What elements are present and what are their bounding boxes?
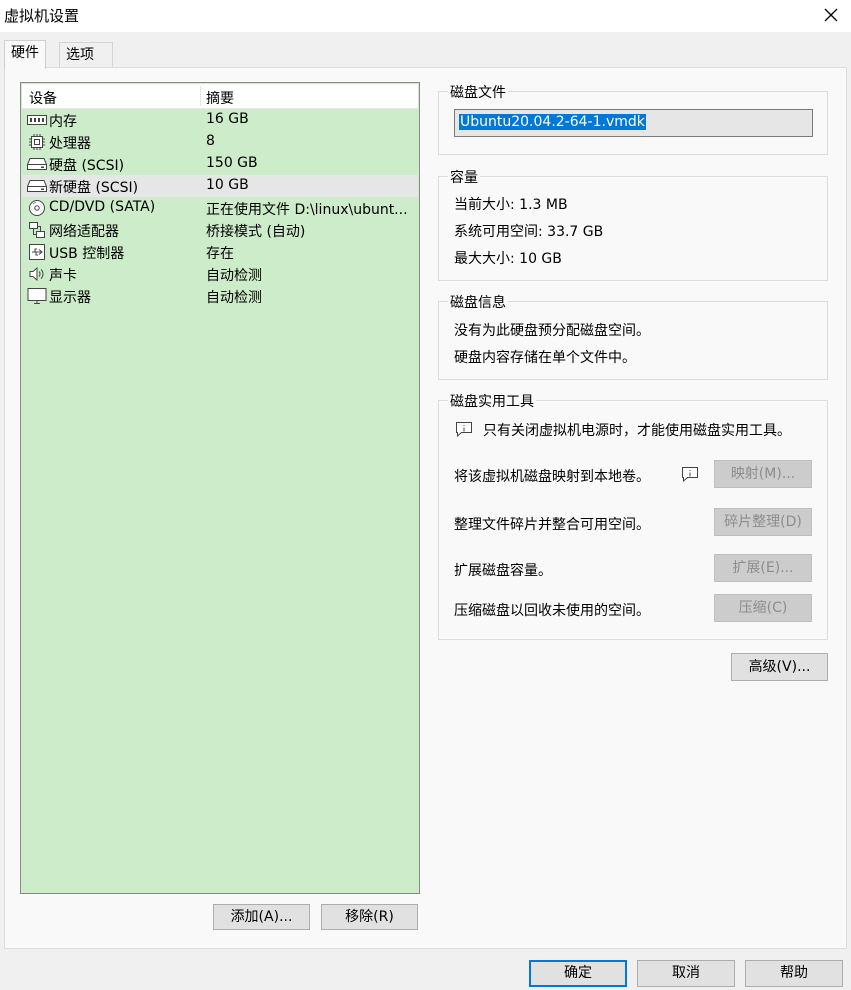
- speaker-icon: [27, 266, 47, 282]
- disk-info-line-1: 没有为此硬盘预分配磁盘空间。: [454, 323, 650, 339]
- tab-hardware[interactable]: 硬件: [4, 40, 46, 69]
- network-adapter-icon: [27, 222, 47, 238]
- device-name: 声卡: [49, 268, 77, 284]
- hard-disk-icon: [27, 178, 47, 194]
- device-summary: 桥接模式 (自动): [206, 224, 306, 240]
- device-summary: 16 GB: [206, 111, 249, 127]
- device-summary: 自动检测: [206, 290, 262, 306]
- device-summary: 8: [206, 133, 215, 149]
- cd-dvd-icon: [27, 200, 47, 216]
- device-summary: 150 GB: [206, 155, 258, 171]
- monitor-icon: [27, 288, 47, 304]
- disk-file-label: 磁盘文件: [448, 82, 508, 102]
- expand-button[interactable]: 扩展(E)...: [714, 554, 812, 582]
- info-icon: [682, 467, 698, 482]
- current-size-text: 当前大小: 1.3 MB: [454, 197, 568, 213]
- device-list[interactable]: 设备 摘要 内存 16 GB 处理器 8 硬盘 (SCSI) 150 GB 新硬…: [20, 82, 420, 894]
- close-icon: [824, 8, 838, 22]
- expand-disk-text: 扩展磁盘容量。: [454, 563, 552, 579]
- device-name: 硬盘 (SCSI): [49, 158, 125, 174]
- cpu-icon: [27, 134, 47, 150]
- compact-button[interactable]: 压缩(C): [714, 594, 812, 622]
- ok-button[interactable]: 确定: [529, 960, 627, 987]
- device-row-sound-card[interactable]: 声卡 自动检测: [22, 263, 418, 285]
- column-header-summary[interactable]: 摘要: [206, 88, 234, 108]
- device-row-hard-disk[interactable]: 硬盘 (SCSI) 150 GB: [22, 153, 418, 175]
- device-list-header: 设备 摘要: [22, 84, 418, 109]
- device-row-new-hard-disk[interactable]: 新硬盘 (SCSI) 10 GB: [22, 175, 418, 197]
- map-button[interactable]: 映射(M)...: [714, 460, 812, 488]
- device-row-display[interactable]: 显示器 自动检测: [22, 285, 418, 307]
- compact-disk-text: 压缩磁盘以回收未使用的空间。: [454, 603, 650, 619]
- device-row-usb-controller[interactable]: USB 控制器 存在: [22, 241, 418, 263]
- system-free-space-text: 系统可用空间: 33.7 GB: [454, 224, 604, 240]
- tab-options[interactable]: 选项: [59, 42, 113, 68]
- remove-device-button[interactable]: 移除(R): [321, 904, 418, 930]
- device-name: CD/DVD (SATA): [49, 199, 156, 215]
- device-row-cd-dvd[interactable]: CD/DVD (SATA) 正在使用文件 D:\linux\ubunt...: [22, 197, 418, 219]
- cancel-button[interactable]: 取消: [637, 960, 735, 987]
- device-row-processor[interactable]: 处理器 8: [22, 131, 418, 153]
- device-row-memory[interactable]: 内存 16 GB: [22, 109, 418, 131]
- device-summary: 10 GB: [206, 177, 249, 193]
- disk-info-label: 磁盘信息: [448, 292, 508, 312]
- help-button[interactable]: 帮助: [745, 960, 843, 987]
- defragment-button[interactable]: 碎片整理(D): [714, 508, 812, 536]
- device-name: USB 控制器: [49, 246, 125, 262]
- utilities-notice-text: 只有关闭虚拟机电源时，才能使用磁盘实用工具。: [483, 423, 791, 439]
- map-disk-text: 将该虚拟机磁盘映射到本地卷。: [454, 469, 650, 485]
- add-device-button[interactable]: 添加(A)...: [213, 904, 310, 930]
- column-divider[interactable]: [200, 86, 201, 106]
- device-name: 显示器: [49, 290, 91, 306]
- device-summary: 存在: [206, 246, 234, 262]
- advanced-button[interactable]: 高级(V)...: [731, 653, 828, 681]
- defragment-text: 整理文件碎片并整合可用空间。: [454, 517, 650, 533]
- device-row-network-adapter[interactable]: 网络适配器 桥接模式 (自动): [22, 219, 418, 241]
- disk-file-value: Ubuntu20.04.2-64-1.vmdk: [459, 114, 646, 130]
- device-summary: 正在使用文件 D:\linux\ubunt...: [206, 202, 408, 218]
- device-summary: 自动检测: [206, 268, 262, 284]
- hard-disk-icon: [27, 156, 47, 172]
- device-name: 网络适配器: [49, 224, 119, 240]
- device-name: 新硬盘 (SCSI): [49, 180, 139, 196]
- disk-utilities-label: 磁盘实用工具: [448, 391, 536, 411]
- disk-file-field[interactable]: Ubuntu20.04.2-64-1.vmdk: [454, 109, 813, 137]
- disk-info-line-2: 硬盘内容存储在单个文件中。: [454, 350, 636, 366]
- capacity-label: 容量: [448, 167, 480, 187]
- disk-info-group: [438, 301, 828, 380]
- memory-icon: [27, 112, 47, 128]
- window-title: 虚拟机设置: [4, 7, 80, 25]
- close-button[interactable]: [817, 2, 845, 28]
- device-name: 内存: [49, 114, 77, 130]
- usb-icon: [27, 244, 47, 260]
- info-icon: [456, 422, 472, 437]
- device-name: 处理器: [49, 136, 91, 152]
- column-header-device[interactable]: 设备: [29, 88, 57, 108]
- title-bar: 虚拟机设置: [0, 0, 851, 32]
- max-size-text: 最大大小: 10 GB: [454, 251, 562, 267]
